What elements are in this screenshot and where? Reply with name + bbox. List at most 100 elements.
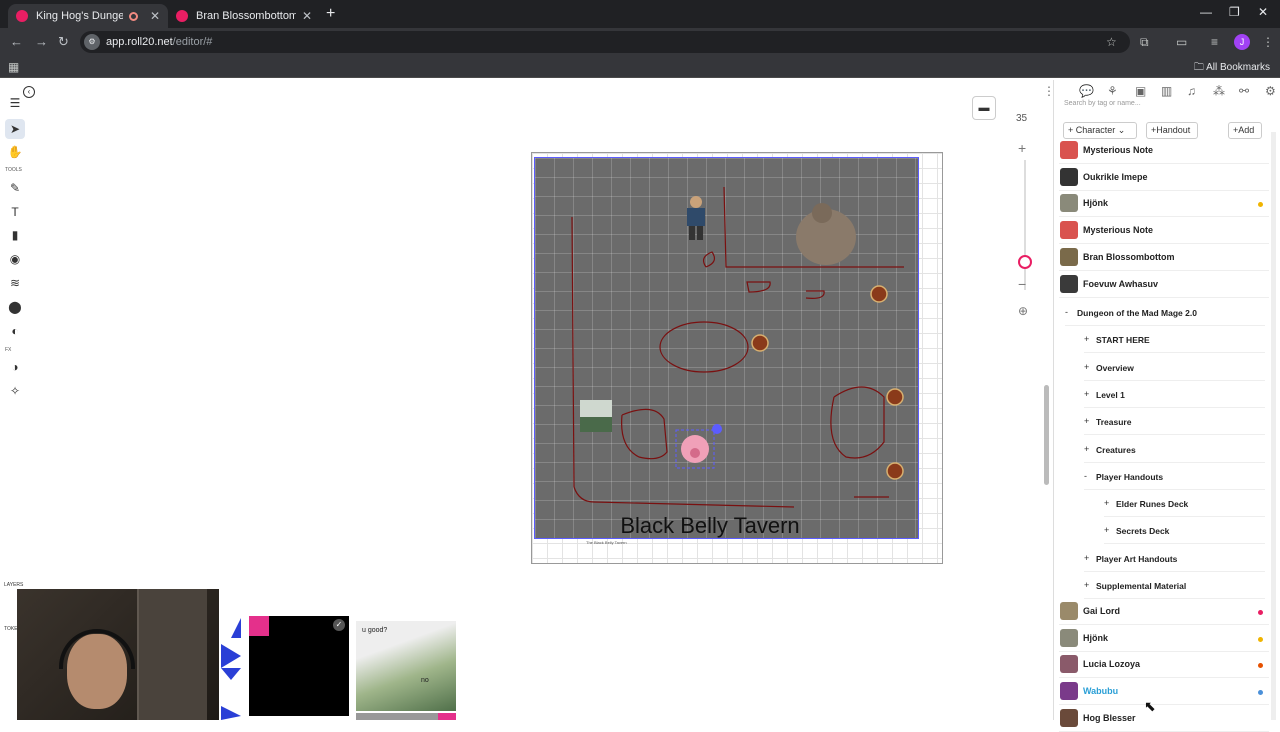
media-icon[interactable]: ≡ xyxy=(1211,35,1218,49)
blue-shapes-thumbnail[interactable] xyxy=(219,616,243,720)
add-handout-button[interactable]: +Handout xyxy=(1146,122,1198,139)
journal-folder[interactable]: + Supplemental Material xyxy=(1084,573,1265,599)
art-tab-icon[interactable]: ⚘ xyxy=(1107,84,1118,98)
journal-folder[interactable]: + START HERE xyxy=(1084,327,1265,354)
expand-icon[interactable]: + xyxy=(1084,334,1089,344)
url-text: app.roll20.net/editor/# xyxy=(106,36,213,48)
cat-token[interactable] xyxy=(580,400,612,432)
fog-tool-icon[interactable]: ◉ xyxy=(5,249,25,269)
expand-icon[interactable]: + xyxy=(1084,362,1089,372)
journal-folder[interactable]: + Player Art Handouts xyxy=(1084,546,1265,572)
address-bar[interactable]: ⚙ app.roll20.net/editor/# xyxy=(80,31,1130,53)
extensions-icon[interactable]: ⧉ xyxy=(1140,35,1149,50)
journal-entry[interactable]: Hjönk xyxy=(1059,191,1269,218)
journal-search-input[interactable]: Search by tag or name... xyxy=(1064,100,1141,107)
journal-folder[interactable]: + Overview xyxy=(1084,355,1265,381)
tab-king-hogs[interactable]: King Hog's Dungeon & Dra ✕ xyxy=(8,4,168,28)
coin-tokens[interactable] xyxy=(751,285,904,480)
close-tab-icon[interactable]: ✕ xyxy=(302,9,312,23)
journal-entry[interactable]: Mysterious Note xyxy=(1059,138,1269,164)
back-icon[interactable]: ← xyxy=(10,34,23,49)
select-tool-icon[interactable]: ➤ xyxy=(5,119,25,139)
collapse-sidebar-icon[interactable]: ⋮ xyxy=(1043,84,1055,98)
journal-entry[interactable]: Oukrikle Imepe xyxy=(1059,165,1269,191)
journal-folder[interactable]: + Secrets Deck xyxy=(1104,518,1265,545)
journal-entry[interactable]: Hog Blesser xyxy=(1059,706,1269,732)
new-tab-icon[interactable]: + xyxy=(326,5,335,23)
map-drawings[interactable] xyxy=(534,157,919,539)
journal-entry[interactable]: Lucia Lozoya xyxy=(1059,652,1269,679)
dice-tool-icon[interactable]: ✧ xyxy=(5,381,25,401)
check-icon[interactable]: ✓ xyxy=(333,619,345,631)
compendium-tab-icon[interactable]: ▥ xyxy=(1161,84,1172,98)
journal-folder[interactable]: + Level 1 xyxy=(1084,382,1265,408)
expand-icon[interactable]: + xyxy=(1104,498,1109,508)
sidebar-scrollbar[interactable] xyxy=(1271,132,1276,720)
site-info-icon[interactable]: ⚙ xyxy=(84,34,100,50)
collapse-icon[interactable]: - xyxy=(1065,307,1068,317)
zoom-in-icon[interactable]: + xyxy=(1018,140,1026,156)
hamburger-menu-icon[interactable]: ☰ xyxy=(5,93,25,113)
bookmark-star-icon[interactable]: ☆ xyxy=(1106,35,1117,49)
journal-folder[interactable]: + Creatures xyxy=(1084,437,1265,463)
zoom-slider-handle[interactable] xyxy=(1018,255,1032,269)
close-window-icon[interactable]: ✕ xyxy=(1258,5,1268,19)
expand-icon[interactable]: + xyxy=(1084,416,1089,426)
expand-icon[interactable]: + xyxy=(1084,444,1089,454)
forward-icon[interactable]: → xyxy=(35,34,48,49)
ruler-tool-icon[interactable]: ≋ xyxy=(5,273,25,293)
zoom-out-icon[interactable]: − xyxy=(1018,276,1026,292)
selected-pig-token[interactable] xyxy=(675,424,722,469)
profile-avatar[interactable]: J xyxy=(1234,34,1250,50)
journal-entry[interactable]: Bran Blossombottom xyxy=(1059,245,1269,271)
pan-tool-icon[interactable]: ✋ xyxy=(5,142,25,162)
journal-entry[interactable]: Mysterious Note xyxy=(1059,218,1269,245)
zoom-track[interactable] xyxy=(1024,160,1026,290)
text-tool-icon[interactable]: T xyxy=(5,202,25,222)
add-button[interactable]: +Add xyxy=(1228,122,1262,139)
chat-tab-icon[interactable]: 💬 xyxy=(1079,84,1094,98)
journal-entry[interactable]: Hjönk xyxy=(1059,626,1269,652)
maximize-icon[interactable]: ❐ xyxy=(1229,5,1240,19)
layer-button[interactable]: ▬ xyxy=(972,96,996,120)
reload-icon[interactable]: ↻ xyxy=(58,34,69,50)
ping-tool-icon[interactable]: ⬤ xyxy=(5,297,25,317)
tab-bran-blossombottom[interactable]: Bran Blossombottom | Roll20 C ✕ xyxy=(168,4,320,28)
fx-tool-icon[interactable]: ◑ xyxy=(5,357,25,377)
journal-entry[interactable]: Foevuw Awhasuv xyxy=(1059,272,1269,298)
minimize-icon[interactable]: — xyxy=(1200,5,1212,19)
expand-icon[interactable]: + xyxy=(1084,389,1089,399)
human-token[interactable] xyxy=(687,196,705,240)
layers-label: LAYERS xyxy=(4,582,24,588)
journal-tab-icon[interactable]: ▣ xyxy=(1135,84,1146,98)
journal-folder[interactable]: - Player Handouts xyxy=(1084,464,1265,490)
journal-entry[interactable]: Wabubu xyxy=(1059,679,1269,706)
close-tab-icon[interactable]: ✕ xyxy=(150,9,160,23)
ape-monster-token[interactable] xyxy=(796,203,856,265)
expand-icon[interactable]: + xyxy=(1084,553,1089,563)
add-character-button[interactable]: + Character ⌄ xyxy=(1063,122,1137,139)
expand-icon[interactable]: + xyxy=(1104,525,1109,535)
cast-icon[interactable]: ▭ xyxy=(1176,35,1187,49)
collapse-toolbar-icon[interactable]: ‹ xyxy=(23,86,35,98)
lighting-tool-icon[interactable]: ◐ xyxy=(5,321,25,341)
expand-icon[interactable]: + xyxy=(1084,580,1089,590)
settings-gear-icon[interactable]: ⚙ xyxy=(1265,84,1276,98)
collections-tab-icon[interactable]: ⁂ xyxy=(1213,84,1225,98)
apps-grid-icon[interactable]: ▦ xyxy=(8,60,19,74)
meme-text-reply: no xyxy=(421,677,429,684)
cat-meme-thumbnail[interactable]: u good? no xyxy=(356,621,456,711)
network-tab-icon[interactable]: ⚯ xyxy=(1239,84,1249,98)
jukebox-tab-icon[interactable]: ♫ xyxy=(1187,84,1196,98)
collapse-icon[interactable]: - xyxy=(1084,471,1087,481)
canvas-scrollbar[interactable] xyxy=(1044,385,1049,485)
journal-folder[interactable]: + Treasure xyxy=(1084,409,1265,436)
menu-icon[interactable]: ⋮ xyxy=(1262,35,1274,49)
center-view-icon[interactable]: ⊕ xyxy=(1018,304,1028,318)
journal-folder[interactable]: + Elder Runes Deck xyxy=(1104,491,1265,518)
journal-entry[interactable]: Gai Lord xyxy=(1059,599,1269,625)
draw-tool-icon[interactable]: ✎ xyxy=(5,178,25,198)
journal-folder[interactable]: - Dungeon of the Mad Mage 2.0 xyxy=(1065,300,1265,326)
card-tool-icon[interactable]: ▮ xyxy=(5,225,25,245)
all-bookmarks[interactable]: 🗀 All Bookmarks xyxy=(1194,60,1270,77)
